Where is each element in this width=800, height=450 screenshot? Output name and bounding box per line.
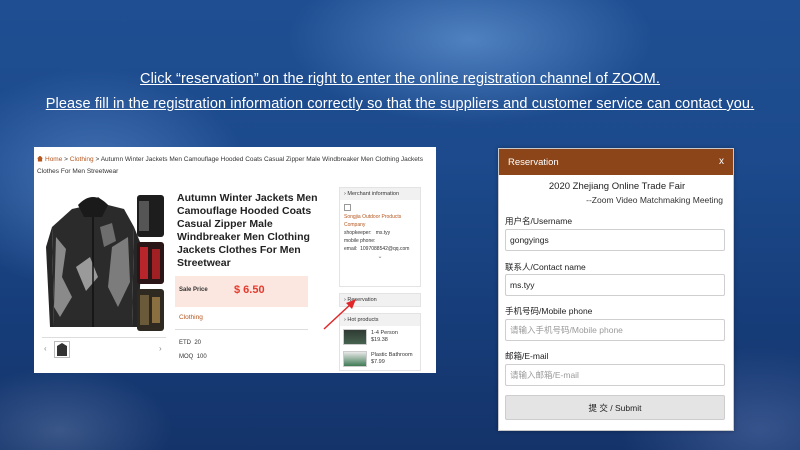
hot-product-name: 1-4 Person — [371, 330, 398, 336]
email-label: 邮箱/E-mail — [505, 351, 549, 361]
instruction-line-2: Please fill in the registration informat… — [45, 96, 755, 112]
etd-row: ETD 20 — [179, 340, 201, 346]
fair-title: 2020 Zhejiang Online Trade Fair — [548, 181, 686, 192]
mobile-phone-label: 手机号码/Mobile phone — [505, 306, 593, 316]
email-row: email: 1097088542@qq.com — [344, 246, 410, 252]
close-icon[interactable]: x — [719, 156, 724, 167]
shopkeeper-row: shopkeeper: ms.tyy — [344, 230, 391, 236]
thumbnail-image — [57, 343, 67, 356]
thumbnail[interactable] — [54, 341, 70, 358]
etd-value: 20 — [194, 340, 202, 346]
merchant-info-box: › Merchant information Songjia Outdoor P… — [339, 187, 421, 287]
hot-product-image — [343, 351, 367, 367]
price-label: Sale Price — [179, 287, 208, 293]
dialog-title: Reservation — [508, 157, 559, 168]
product-category-link[interactable]: Clothing — [179, 314, 203, 321]
product-image — [42, 187, 166, 337]
hot-product-price: $7.99 — [371, 359, 385, 365]
reservation-dialog: Reservation x 2020 Zhejiang Online Trade… — [498, 148, 734, 431]
red-arrow-icon — [323, 299, 356, 330]
breadcrumb-separator: > — [95, 156, 100, 163]
merchant-logo — [344, 204, 351, 211]
price-value: $ 6.50 — [234, 284, 265, 296]
username-input[interactable] — [505, 229, 725, 251]
moq-row: MOQ 100 — [179, 354, 207, 360]
moq-label: MOQ — [179, 354, 194, 360]
hot-product-price: $19.38 — [371, 337, 388, 343]
dialog-header: Reservation x — [499, 149, 733, 175]
moq-value: 100 — [196, 354, 207, 360]
fair-subtitle: --Zoom Video Matchmaking Meeting — [586, 195, 723, 205]
hot-product-item[interactable]: Plastic Bathroom $7.99 — [340, 348, 420, 370]
submit-button[interactable]: 提 交 / Submit — [505, 395, 725, 420]
sidebar: › Merchant information Songjia Outdoor P… — [339, 187, 421, 373]
thumb-prev-button[interactable]: ‹ — [44, 344, 47, 353]
contact-name-label: 联系人/Contact name — [505, 262, 586, 272]
product-title: Autumn Winter Jackets Men Camouflage Hoo… — [177, 192, 318, 269]
price-box: Sale Price $ 6.50 — [175, 276, 308, 307]
email-input[interactable] — [505, 364, 725, 386]
instruction-line-1: Click “reservation” on the right to ente… — [140, 71, 660, 87]
breadcrumb-home[interactable]: Home — [45, 156, 62, 163]
product-page-screenshot: Home > Clothing > Autumn Winter Jackets … — [34, 147, 436, 373]
merchant-info-header: › Merchant information — [340, 188, 420, 200]
contact-name-input[interactable] — [505, 274, 725, 296]
mobile-phone-input[interactable] — [505, 319, 725, 341]
hot-product-name: Plastic Bathroom — [371, 352, 413, 358]
hot-product-image — [343, 329, 367, 345]
divider — [175, 329, 308, 330]
etd-label: ETD — [179, 340, 191, 346]
breadcrumb-category[interactable]: Clothing — [70, 156, 94, 163]
expand-chevron-icon[interactable]: ⌄ — [344, 253, 416, 261]
breadcrumb: Home > Clothing > Autumn Winter Jackets … — [37, 154, 435, 178]
username-label: 用户名/Username — [505, 216, 573, 226]
mobile-row: mobile phone: — [344, 238, 376, 244]
home-icon — [37, 155, 43, 162]
thumbnail-strip: ‹ › — [42, 337, 166, 359]
breadcrumb-separator: > — [64, 156, 68, 163]
thumb-next-button[interactable]: › — [159, 344, 162, 353]
merchant-name-link[interactable]: Songjia Outdoor Products Company — [344, 213, 416, 229]
